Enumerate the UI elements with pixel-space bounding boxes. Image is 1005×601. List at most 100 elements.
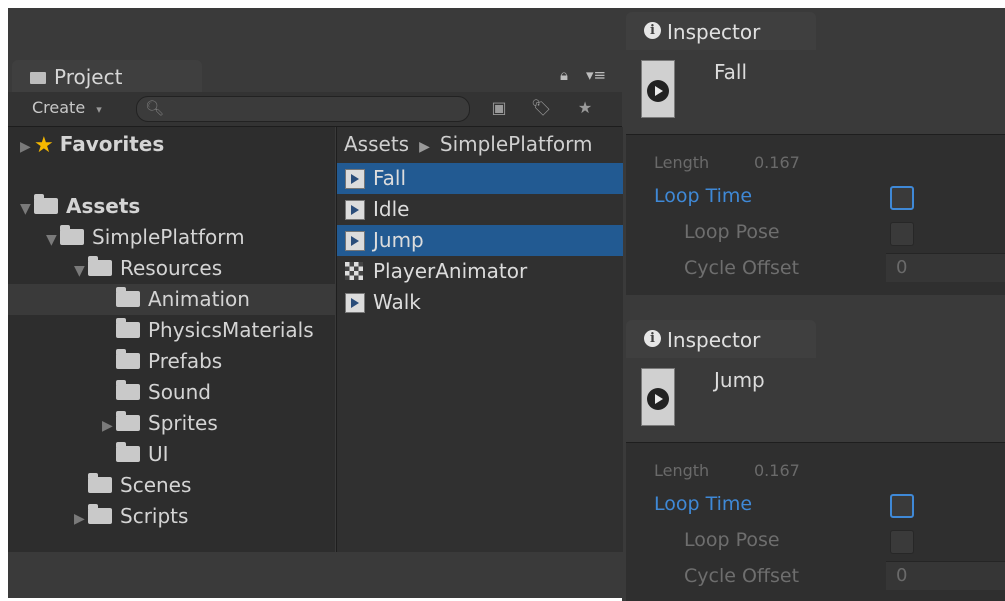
animation-clip-preview-icon: [641, 60, 675, 118]
expand-arrow-icon[interactable]: ▶: [74, 504, 88, 535]
loop-time-checkbox[interactable]: [890, 186, 914, 210]
breadcrumb-current[interactable]: SimplePlatform: [440, 132, 593, 156]
tree-item-label: Resources: [120, 256, 223, 280]
cycle-offset-field[interactable]: 0: [886, 253, 1005, 282]
list-item-label: Walk: [373, 290, 421, 314]
length-value: 0.167: [754, 153, 800, 172]
loop-pose-checkbox[interactable]: [890, 530, 914, 554]
play-icon: [647, 388, 669, 410]
folder-icon: [116, 410, 140, 431]
star-icon: ★: [34, 133, 54, 158]
collapse-arrow-icon[interactable]: ▼: [20, 194, 34, 225]
list-item-idle[interactable]: Idle: [337, 194, 623, 225]
tree-item-label: Scripts: [120, 504, 189, 528]
search-input[interactable]: 🔍︎: [136, 96, 470, 122]
folder-tab-icon: [30, 71, 46, 84]
loop-time-label: Loop Time: [654, 493, 753, 515]
tree-item-physicsmaterials[interactable]: PhysicsMaterials: [8, 315, 335, 346]
lock-icon[interactable]: 🔒︎: [560, 66, 568, 84]
loop-time-checkbox[interactable]: [890, 494, 914, 518]
play-icon: [647, 80, 669, 102]
tree-item-label: Favorites: [59, 132, 165, 156]
search-icon: 🔍︎: [145, 99, 165, 117]
folder-icon: [88, 503, 112, 524]
folder-tree: ▶ ★ Favorites ▼ Assets ▼ SimplePlatform ▼ Res…: [8, 127, 335, 552]
animation-clip-icon: [345, 200, 365, 220]
tree-item-simpleplatform[interactable]: ▼ SimplePlatform: [8, 222, 335, 253]
cycle-offset-field[interactable]: 0: [886, 561, 1005, 590]
tab-project[interactable]: Project: [12, 60, 202, 92]
filter-by-label-icon[interactable]: 🏷︎: [530, 97, 552, 119]
tree-item-sound[interactable]: Sound: [8, 377, 335, 408]
folder-icon: [116, 348, 140, 369]
tree-item-label: Sprites: [148, 411, 218, 435]
tree-item-assets[interactable]: ▼ Assets: [8, 191, 335, 222]
list-item-walk[interactable]: Walk: [337, 287, 623, 318]
clip-name: Fall: [714, 60, 748, 84]
folder-icon: [34, 193, 58, 214]
collapse-arrow-icon[interactable]: ▼: [74, 256, 88, 287]
loop-pose-checkbox[interactable]: [890, 222, 914, 246]
chevron-down-icon: ▾: [96, 103, 102, 116]
folder-icon: [60, 224, 84, 245]
cycle-offset-label: Cycle Offset: [684, 257, 800, 279]
tab-project-label: Project: [54, 65, 123, 89]
list-item-fall[interactable]: Fall: [337, 163, 623, 194]
tab-inspector-label: Inspector: [667, 328, 761, 352]
breadcrumb-root[interactable]: Assets: [344, 132, 409, 156]
list-item-label: Fall: [373, 166, 407, 190]
tree-item-label: Assets: [66, 194, 141, 218]
expand-arrow-icon[interactable]: ▶: [20, 132, 34, 163]
tab-inspector-2[interactable]: i Inspector: [626, 320, 816, 358]
list-item-label: Idle: [373, 197, 410, 221]
create-button[interactable]: Create ▾: [16, 96, 144, 120]
inspector-header: [626, 50, 1005, 134]
loop-pose-label: Loop Pose: [684, 221, 780, 243]
filter-by-type-icon[interactable]: ▣: [488, 97, 510, 119]
tree-item-label: Sound: [148, 380, 211, 404]
panel-menu-icon[interactable]: ▾≡: [586, 66, 606, 84]
animation-clip-icon: [345, 231, 365, 251]
tree-item-sprites[interactable]: ▶ Sprites: [8, 408, 335, 439]
inspector-header: [626, 358, 1005, 442]
tree-item-label: Prefabs: [148, 349, 223, 373]
folder-icon: [116, 317, 140, 338]
tree-item-label: Animation: [148, 287, 250, 311]
info-icon: i: [644, 22, 661, 39]
length-value: 0.167: [754, 461, 800, 480]
clip-name: Jump: [714, 368, 765, 392]
length-label: Length: [654, 153, 710, 172]
animation-clip-icon: [345, 169, 365, 189]
length-label: Length: [654, 461, 710, 480]
breadcrumb-arrow-icon: ▶: [419, 139, 430, 155]
tree-item-favorites[interactable]: ▶ ★ Favorites: [8, 129, 335, 160]
loop-time-label: Loop Time: [654, 185, 753, 207]
animation-clip-icon: [345, 293, 365, 313]
tree-item-ui[interactable]: UI: [8, 439, 335, 470]
folder-icon: [88, 255, 112, 276]
tree-item-animation[interactable]: Animation: [8, 284, 335, 315]
info-icon: i: [644, 330, 661, 347]
animation-clip-preview-icon: [641, 368, 675, 426]
tree-item-prefabs[interactable]: Prefabs: [8, 346, 335, 377]
folder-icon: [116, 379, 140, 400]
tree-item-scripts[interactable]: ▶ Scripts: [8, 501, 335, 532]
collapse-arrow-icon[interactable]: ▼: [46, 225, 60, 256]
tab-inspector-1[interactable]: i Inspector: [626, 12, 816, 50]
list-item-label: PlayerAnimator: [373, 259, 528, 283]
tree-item-resources[interactable]: ▼ Resources: [8, 253, 335, 284]
animator-controller-icon: [345, 262, 363, 280]
list-item-jump[interactable]: Jump: [337, 225, 623, 256]
folder-icon: [116, 286, 140, 307]
cycle-offset-label: Cycle Offset: [684, 565, 800, 587]
create-button-label: Create: [32, 98, 86, 117]
expand-arrow-icon[interactable]: ▶: [102, 411, 116, 442]
folder-icon: [116, 441, 140, 462]
loop-pose-label: Loop Pose: [684, 529, 780, 551]
folder-icon: [88, 472, 112, 493]
asset-list-pane: Fall Idle Jump PlayerAnimator Walk: [336, 127, 623, 552]
list-item-playeranimator[interactable]: PlayerAnimator: [337, 256, 623, 287]
favorites-star-icon[interactable]: ★: [574, 97, 596, 119]
tree-item-scenes[interactable]: Scenes: [8, 470, 335, 501]
